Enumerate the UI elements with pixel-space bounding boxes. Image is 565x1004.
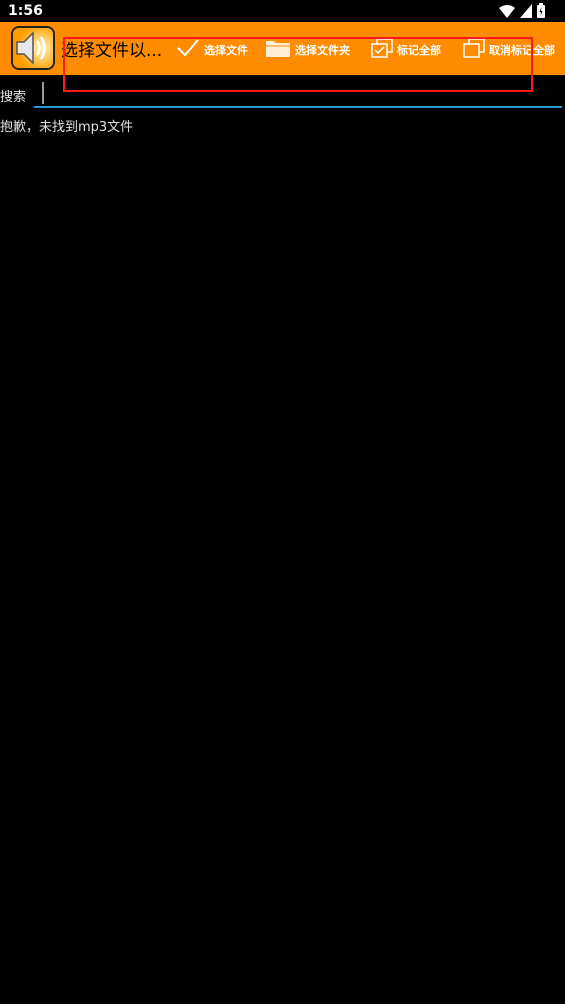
unmark-all-label: 取消标记全部 — [489, 43, 555, 57]
search-input[interactable] — [34, 80, 562, 108]
mark-all-icon — [371, 38, 397, 61]
speaker-app-icon — [11, 26, 55, 70]
unmark-all-icon — [463, 38, 489, 61]
status-time: 1:56 — [8, 3, 43, 19]
select-folder-button[interactable]: 选择文件夹 — [265, 38, 350, 61]
unmark-all-button[interactable]: 取消标记全部 — [463, 38, 555, 61]
select-folder-label: 选择文件夹 — [295, 43, 350, 57]
signal-icon — [520, 3, 532, 22]
battery-icon — [537, 3, 545, 22]
select-file-label: 选择文件 — [204, 43, 248, 57]
mark-all-label: 标记全部 — [397, 43, 441, 57]
checkmark-icon — [176, 38, 204, 61]
action-toolbar: 选择文件以... 选择文件 选择文件夹 标记全部 取消标记全部 — [0, 22, 565, 75]
toolbar-title: 选择文件以... — [61, 41, 163, 61]
status-bar: 1:56 — [0, 0, 565, 22]
folder-icon — [265, 38, 295, 61]
wifi-icon — [499, 3, 515, 22]
search-label: 搜索 — [0, 90, 27, 105]
select-file-button[interactable]: 选择文件 — [176, 38, 248, 61]
mark-all-button[interactable]: 标记全部 — [371, 38, 441, 61]
status-icons — [499, 3, 545, 22]
empty-state-message: 抱歉，未找到mp3文件 — [0, 120, 134, 135]
